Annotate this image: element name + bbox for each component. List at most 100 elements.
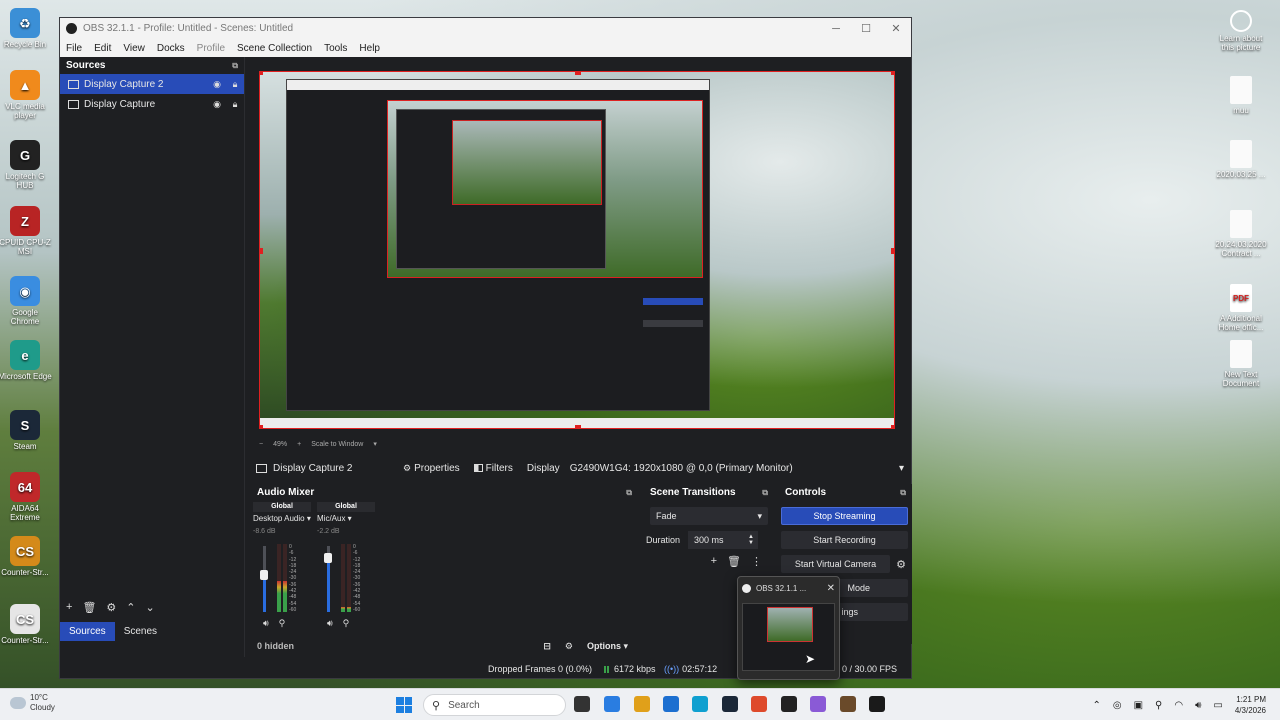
minimize-icon[interactable]: ─ [821, 23, 851, 35]
menu-edit[interactable]: Edit [88, 43, 117, 54]
desktop-icon[interactable]: CS Counter-Str... [0, 604, 52, 645]
menu-help[interactable]: Help [353, 43, 386, 54]
chevron-up-icon[interactable]: ⌃ [1092, 700, 1100, 711]
remove-transition-icon[interactable]: 🗑︎ [727, 555, 741, 568]
virtual-camera-gear-icon[interactable]: ⚙ [894, 558, 908, 571]
desktop-icon[interactable]: Learn about this picture [1214, 10, 1268, 52]
duration-spinbox[interactable]: 300 ms ▲ ▼ [688, 531, 758, 549]
weather-widget[interactable]: 10°C Cloudy [30, 693, 55, 713]
taskbar-app-icon[interactable] [634, 696, 650, 712]
add-transition-icon[interactable]: + [711, 555, 717, 568]
channel-config-icon[interactable]: ⚲ [279, 618, 286, 629]
menu-scene-collection[interactable]: Scene Collection [231, 43, 318, 54]
speaker-icon[interactable]: 🔊︎ [327, 618, 333, 629]
broadcast-icon: ((•)) [664, 664, 680, 674]
scale-mode[interactable]: Scale to Window [311, 441, 363, 448]
channel-name[interactable]: Desktop Audio ▾ [253, 514, 311, 523]
stop-streaming-button[interactable]: Stop Streaming [781, 507, 908, 525]
desktop-icon[interactable]: muu [1214, 76, 1268, 115]
thumbnail-image[interactable]: ➤ [742, 603, 835, 671]
undock-icon[interactable]: ⧉ [232, 61, 238, 71]
channel-config-icon[interactable]: ⚲ [343, 618, 350, 629]
more-options-icon[interactable]: ⋮ [751, 555, 762, 568]
lock-icon[interactable]: 🔒︎ [226, 99, 244, 110]
volume-knob[interactable] [324, 553, 332, 564]
taskbar-app-icon[interactable] [869, 696, 885, 712]
taskbar-app-icon[interactable] [810, 696, 826, 712]
tray-app-icon[interactable]: ▣ [1134, 700, 1143, 711]
volume-knob[interactable] [260, 569, 268, 580]
transition-select[interactable]: Fade ▾ [650, 507, 768, 525]
taskbar-app-icon[interactable] [722, 696, 738, 712]
speaker-icon[interactable]: 🔊︎ [1195, 700, 1201, 711]
remove-source-icon[interactable]: 🗑︎ [82, 601, 96, 614]
display-select[interactable]: G2490W1G4: 1920x1080 @ 0,0 (Primary Moni… [570, 463, 910, 474]
visibility-eye-icon[interactable]: ◉ [208, 79, 226, 90]
maximize-icon[interactable]: ☐ [851, 22, 881, 35]
undock-icon[interactable]: ⧉ [900, 488, 906, 498]
usb-icon[interactable]: ⚲ [1155, 700, 1162, 711]
lock-icon[interactable]: 🔒︎ [226, 79, 244, 90]
battery-icon[interactable]: ▭ [1213, 700, 1222, 711]
tab-scenes[interactable]: Scenes [115, 622, 166, 641]
taskbar-thumbnail-preview[interactable]: OBS 32.1.1 ... ✕ ➤ [737, 576, 840, 680]
desktop-icon[interactable]: G Logitech G HUB [0, 140, 52, 190]
layout-icon[interactable]: ⊟ [543, 641, 551, 652]
move-up-icon[interactable]: ⌃ [126, 601, 135, 614]
taskbar-search[interactable]: ⚲ Search [423, 694, 566, 716]
add-source-icon[interactable]: + [66, 601, 72, 613]
move-down-icon[interactable]: ⌄ [146, 601, 155, 614]
taskbar-app-icon[interactable] [751, 696, 767, 712]
tray-app-icon[interactable]: ◎ [1113, 700, 1122, 711]
taskbar-app-icon[interactable] [840, 696, 856, 712]
taskbar-app-icon[interactable] [574, 696, 590, 712]
desktop-icon[interactable]: ◉ Google Chrome [0, 276, 52, 326]
windows-start-icon[interactable] [396, 697, 412, 713]
desktop-icon[interactable]: New Text Document [1214, 340, 1268, 388]
menu-docks[interactable]: Docks [151, 43, 191, 54]
clock[interactable]: 1:21 PM 4/3/2026 [1235, 694, 1266, 716]
close-icon[interactable]: ✕ [881, 22, 911, 35]
desktop-icon[interactable]: 64 AIDA64 Extreme [0, 472, 52, 522]
properties-button[interactable]: ⚙ Properties [403, 463, 460, 474]
display-select-value: G2490W1G4: 1920x1080 @ 0,0 (Primary Moni… [569, 462, 793, 474]
desktop-icon-label: New Text Document [1222, 370, 1260, 388]
undock-icon[interactable]: ⧉ [626, 488, 632, 498]
desktop-icon[interactable]: S Steam [0, 410, 52, 451]
undock-icon[interactable]: ⧉ [762, 488, 768, 498]
menu-profile[interactable]: Profile [191, 43, 231, 54]
mixer-settings-icon[interactable]: ⚙ [565, 641, 573, 652]
taskbar-app-icon[interactable] [781, 696, 797, 712]
start-recording-button[interactable]: Start Recording [781, 531, 908, 549]
taskbar-app-icon[interactable] [604, 696, 620, 712]
start-virtual-camera-button[interactable]: Start Virtual Camera [781, 555, 890, 573]
channel-name[interactable]: Mic/Aux ▾ [317, 514, 375, 523]
source-item-display-capture[interactable]: Display Capture ◉ 🔒︎ [60, 94, 244, 114]
desktop-icon[interactable]: e Microsoft Edge [0, 340, 52, 381]
visibility-eye-icon[interactable]: ◉ [208, 99, 226, 110]
desktop-icon[interactable]: 2020.03.25 ... [1214, 140, 1268, 179]
filters-button[interactable]: Filters [473, 463, 513, 474]
desktop-icon[interactable]: ▲ VLC media player [0, 70, 52, 120]
taskbar-app-icon[interactable] [663, 696, 679, 712]
tab-sources[interactable]: Sources [60, 622, 115, 641]
wifi-icon[interactable]: ◠ [1174, 700, 1183, 711]
preview-canvas[interactable] [259, 71, 895, 429]
source-item-display-capture-2[interactable]: Display Capture 2 ◉ 🔒︎ [60, 74, 244, 94]
chevron-down-icon[interactable]: ▾ [373, 440, 377, 448]
close-icon[interactable]: ✕ [827, 583, 835, 594]
desktop-icon[interactable]: Z CPUID CPU-Z MSI [0, 206, 52, 256]
desktop-icon[interactable]: PDF A Additional Home offic... [1214, 284, 1268, 332]
options-button[interactable]: Options ▾ [587, 641, 628, 652]
menu-view[interactable]: View [117, 43, 151, 54]
source-settings-gear-icon[interactable]: ⚙ [106, 601, 116, 614]
menu-file[interactable]: File [60, 43, 88, 54]
desktop-icon[interactable]: 20.24.03.2020 Contract ... [1214, 210, 1268, 258]
speaker-icon[interactable]: 🔊︎ [263, 618, 269, 629]
zoom-in-icon[interactable]: + [297, 441, 301, 448]
taskbar-app-icon[interactable] [692, 696, 708, 712]
menu-tools[interactable]: Tools [318, 43, 353, 54]
zoom-out-icon[interactable]: − [259, 441, 263, 448]
desktop-icon[interactable]: ♻ Recycle Bin [0, 8, 52, 49]
desktop-icon[interactable]: CS Counter-Str... [0, 536, 52, 577]
